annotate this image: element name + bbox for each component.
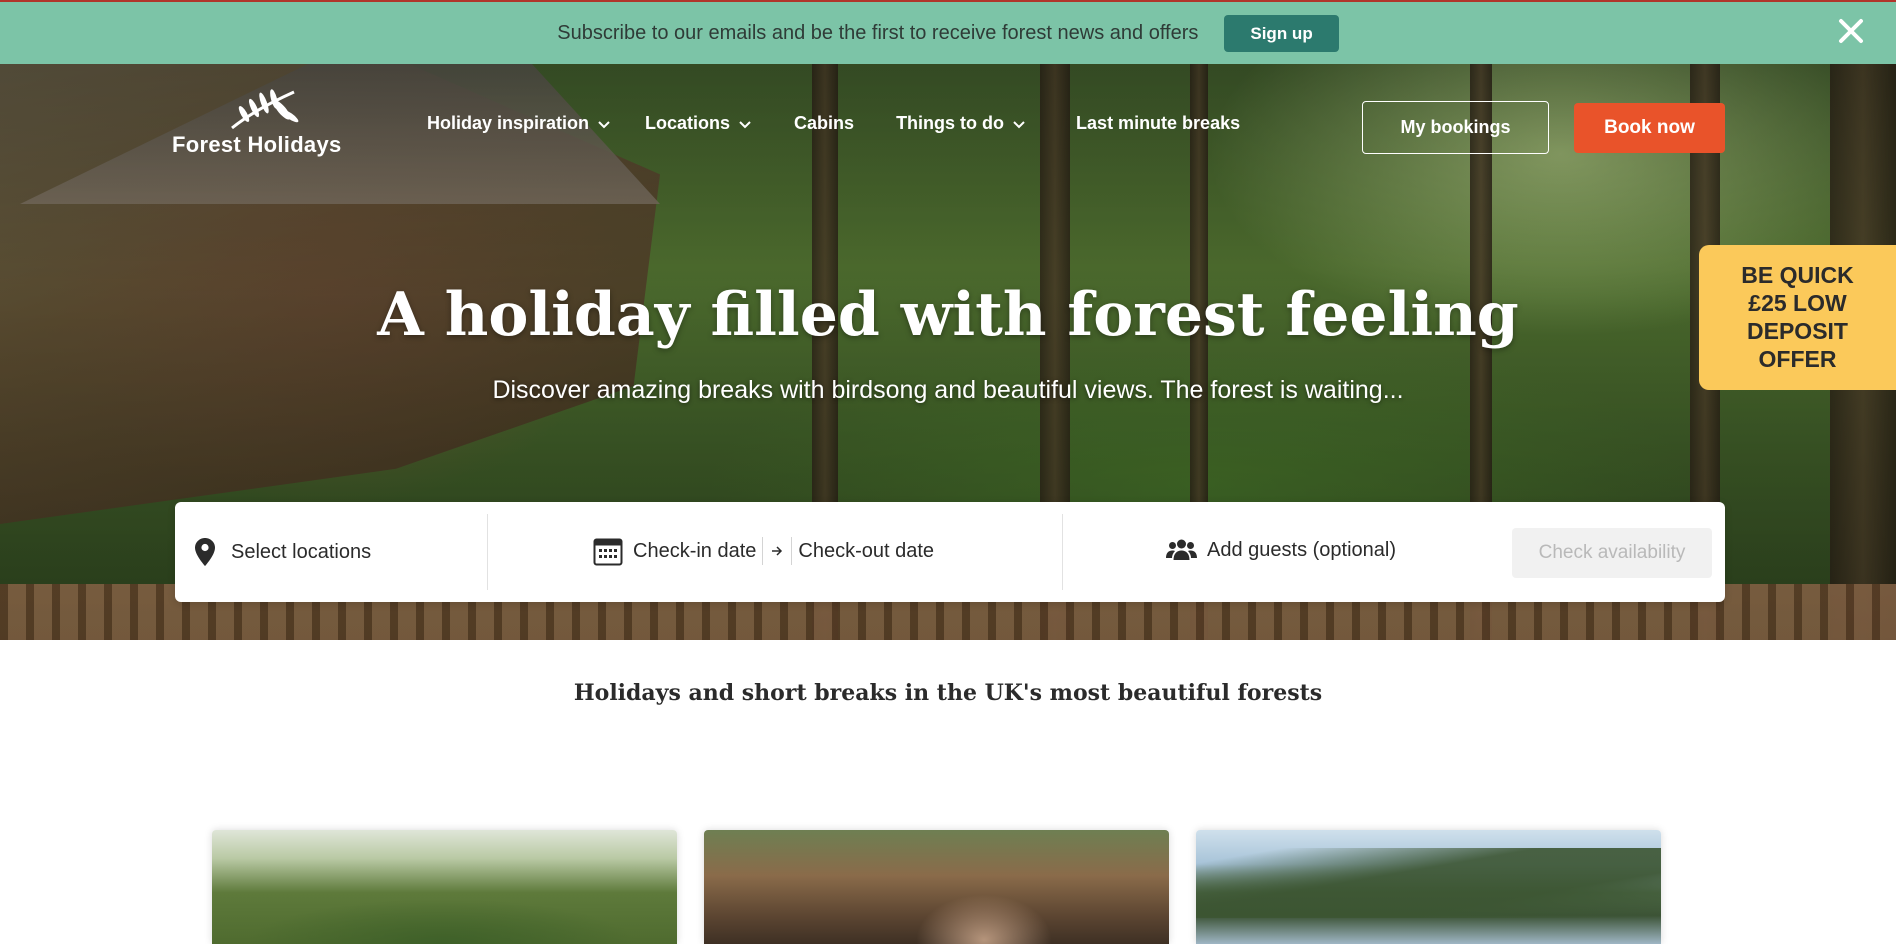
nav-locations[interactable]: Locations [645,113,752,134]
chevron-down-icon [1013,120,1025,128]
promo-line: £25 LOW [1748,290,1847,316]
checkout-field[interactable]: Check-out date [798,540,934,563]
main-nav: Holiday inspiration Locations Cabins Thi… [427,113,1240,134]
my-bookings-button[interactable]: My bookings [1362,101,1549,154]
nav-label: Holiday inspiration [427,113,590,133]
map-pin-icon [195,538,215,566]
checkin-field[interactable]: Check-in date [633,540,756,563]
location-select[interactable]: Select locations [195,538,371,566]
search-divider [1062,514,1063,590]
date-arrow [762,537,793,565]
deposit-offer-tab[interactable]: BE QUICK £25 LOW DEPOSIT OFFER [1699,245,1896,390]
card-mountains [1196,848,1661,918]
location-label: Select locations [231,540,372,563]
card-people [884,870,1084,944]
subscribe-banner-text: Subscribe to our emails and be the first… [557,21,1199,44]
users-icon [1166,539,1197,560]
book-now-button[interactable]: Book now [1574,103,1725,153]
nav-cabins[interactable]: Cabins [794,113,854,134]
nav-last-minute-breaks[interactable]: Last minute breaks [1076,113,1240,134]
search-divider [487,514,488,590]
fern-leaf-logo [231,89,299,130]
hero-title: A holiday filled with forest feeling [377,280,1519,350]
hero-subtitle: Discover amazing breaks with birdsong an… [492,376,1404,404]
arrow-right-icon [772,546,783,556]
promo-line: OFFER [1758,346,1837,372]
location-card-image[interactable] [704,830,1169,944]
card-trees [212,870,677,944]
logo-text: Forest Holidays [172,132,342,157]
subscribe-banner: Subscribe to our emails and be the first… [0,2,1896,64]
calendar-icon [593,538,623,566]
nav-things-to-do[interactable]: Things to do [896,113,1026,134]
site-logo[interactable]: Forest Holidays [172,88,366,160]
promo-line: BE QUICK [1741,262,1854,288]
guests-label: Add guests (optional) [1207,538,1397,561]
chevron-down-icon [598,120,610,128]
nav-label: Locations [645,113,731,133]
location-card-image[interactable] [212,830,677,944]
nav-label: Cabins [794,113,855,133]
nav-label: Last minute breaks [1076,113,1241,133]
guests-select[interactable]: Add guests (optional) [1166,538,1396,562]
close-icon[interactable] [1836,16,1866,46]
date-range-picker[interactable]: Check-in date Check-out date [593,536,934,566]
section-tagline: Holidays and short breaks in the UK's mo… [573,680,1323,706]
nav-label: Things to do [896,113,1005,133]
promo-line: DEPOSIT [1747,318,1848,344]
check-availability-button[interactable]: Check availability [1512,528,1712,578]
signup-button[interactable]: Sign up [1224,14,1339,52]
nav-holiday-inspiration[interactable]: Holiday inspiration [427,113,611,134]
location-card-image[interactable] [1196,830,1661,944]
chevron-down-icon [739,120,751,128]
booking-search-bar: Select locations Check-in date Check-out… [175,502,1725,602]
